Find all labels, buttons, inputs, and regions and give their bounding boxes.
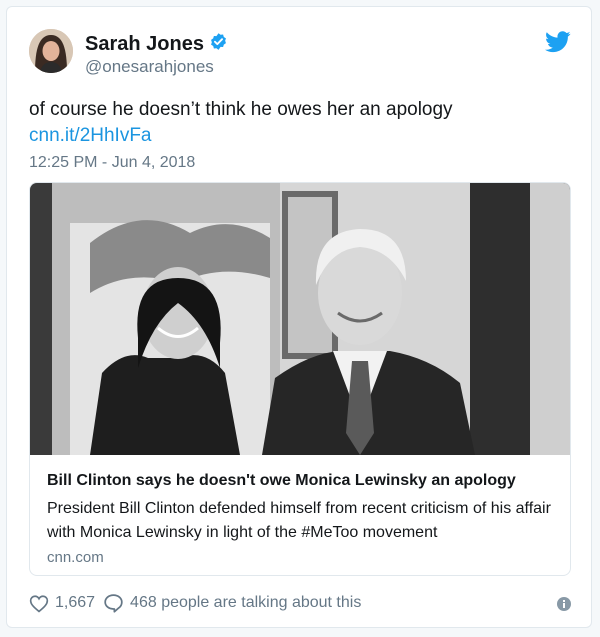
verified-badge-icon	[209, 32, 228, 56]
conversation-count[interactable]: 468 people are talking about this	[130, 594, 361, 612]
card-domain: cnn.com	[47, 549, 104, 566]
tweet-link[interactable]: cnn.it/2HhIvFa	[29, 125, 152, 147]
twitter-bird-icon[interactable]	[545, 31, 571, 53]
heart-icon[interactable]	[29, 594, 49, 613]
info-icon[interactable]	[557, 597, 571, 611]
avatar[interactable]	[29, 29, 73, 73]
speech-bubble-icon[interactable]	[103, 593, 124, 613]
card-description: President Bill Clinton defended himself …	[47, 500, 551, 541]
tweet-timestamp[interactable]: 12:25 PM - Jun 4, 2018	[29, 154, 195, 172]
tweet-text: of course he doesn’t think he owes her a…	[29, 99, 453, 120]
author-name[interactable]: Sarah Jones	[85, 33, 204, 56]
tweet-embed: Sarah Jones @onesarahjones of course he …	[6, 6, 592, 628]
author-handle[interactable]: @onesarahjones	[85, 57, 214, 77]
like-count[interactable]: 1,667	[55, 594, 95, 612]
link-card[interactable]: Bill Clinton says he doesn't owe Monica …	[29, 182, 571, 576]
tweet-actions: 1,667 468 people are talking about this	[29, 593, 361, 613]
author-name-row: Sarah Jones	[85, 32, 228, 56]
card-image	[30, 183, 570, 455]
card-title[interactable]: Bill Clinton says he doesn't owe Monica …	[47, 472, 516, 490]
